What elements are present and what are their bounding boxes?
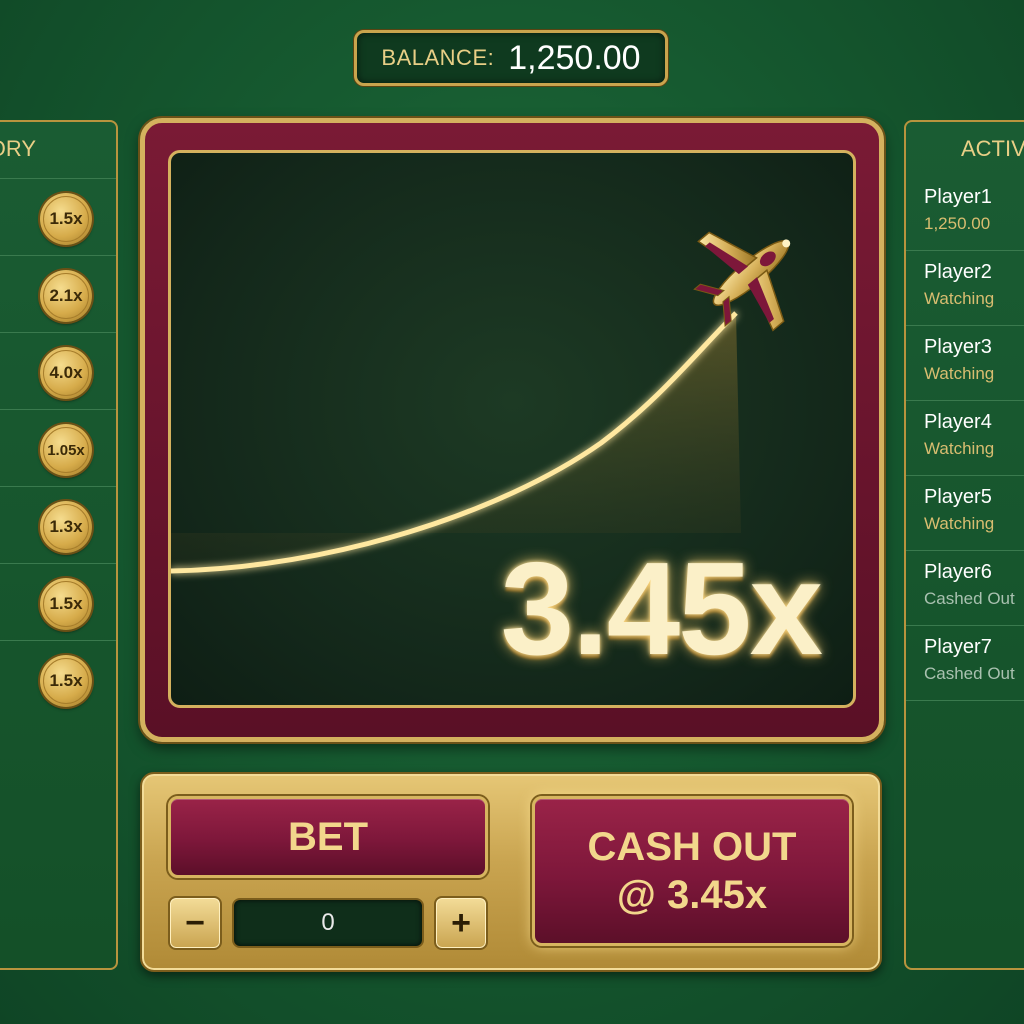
- player-row: Player1 1,250.00: [906, 176, 1024, 251]
- cash-out-multiplier: @ 3.45x: [616, 873, 768, 917]
- player-status: Watching: [924, 514, 995, 533]
- player-status: Watching: [924, 364, 995, 383]
- player-row: Player7 Cashed Out: [906, 626, 1024, 701]
- bet-button[interactable]: BET: [168, 796, 488, 878]
- active-players-panel: ACTIV Player1 1,250.00 Player2 Watching Play…: [904, 120, 1024, 970]
- player-name: Player5: [924, 486, 992, 508]
- history-multiplier: 1.05x: [43, 427, 89, 473]
- current-multiplier: 3.45x: [500, 535, 823, 682]
- player-name: Player3: [924, 336, 992, 358]
- player-status: Watching: [924, 289, 995, 308]
- player-row: Player6 Cashed Out: [906, 551, 1024, 626]
- cash-out-label: CASH OUT: [587, 825, 797, 869]
- player-name: Player7: [924, 636, 992, 658]
- history-item: 1.5x: [0, 640, 116, 717]
- multiplier-coin: 1.5x: [40, 193, 92, 245]
- history-item: 1.5x: [0, 563, 116, 640]
- history-item: 2.1x: [0, 255, 116, 332]
- player-name: Player1: [924, 186, 992, 208]
- balance-value: 1,250.00: [508, 38, 641, 77]
- airplane-icon: [693, 231, 791, 332]
- decrease-bet-button[interactable]: −: [168, 896, 222, 950]
- history-item: 1.05x: [0, 409, 116, 486]
- player-status: Cashed Out: [924, 664, 1015, 683]
- multiplier-coin: 1.05x: [40, 424, 92, 476]
- multiplier-coin: 1.3x: [40, 501, 92, 553]
- history-multiplier: 1.5x: [43, 658, 89, 704]
- history-multiplier: 2.1x: [43, 273, 89, 319]
- multiplier-coin: 1.5x: [40, 578, 92, 630]
- multiplier-coin: 2.1x: [40, 270, 92, 322]
- bet-amount-input[interactable]: [232, 898, 424, 948]
- player-status: Watching: [924, 439, 995, 458]
- history-multiplier: 1.5x: [43, 196, 89, 242]
- history-multiplier: 1.5x: [43, 581, 89, 627]
- history-panel: ORY 1.5x 2.1x 4.0x 1.05x 1.3x 1.5x 1.5x: [0, 120, 118, 970]
- active-players-title: ACTIV: [961, 136, 1024, 161]
- player-name: Player6: [924, 561, 992, 583]
- multiplier-coin: 4.0x: [40, 347, 92, 399]
- game-screen: 3.45x: [168, 150, 856, 708]
- history-item: 1.5x: [0, 178, 116, 255]
- multiplier-coin: 1.5x: [40, 655, 92, 707]
- player-row: Player4 Watching: [906, 401, 1024, 476]
- balance-label: BALANCE:: [381, 45, 495, 70]
- player-name: Player4: [924, 411, 992, 433]
- history-multiplier: 1.3x: [43, 504, 89, 550]
- cash-out-button[interactable]: CASH OUT @ 3.45x: [532, 796, 852, 946]
- player-row: Player2 Watching: [906, 251, 1024, 326]
- balance-display: BALANCE: 1,250.00: [354, 30, 668, 86]
- history-item: 4.0x: [0, 332, 116, 409]
- history-multiplier: 4.0x: [43, 350, 89, 396]
- increase-bet-button[interactable]: +: [434, 896, 488, 950]
- player-name: Player2: [924, 261, 992, 283]
- history-title: ORY: [0, 136, 36, 161]
- history-item: 1.3x: [0, 486, 116, 563]
- player-status: Cashed Out: [924, 589, 1015, 608]
- player-row: Player5 Watching: [906, 476, 1024, 551]
- player-row: Player3 Watching: [906, 326, 1024, 401]
- player-status: 1,250.00: [924, 214, 991, 233]
